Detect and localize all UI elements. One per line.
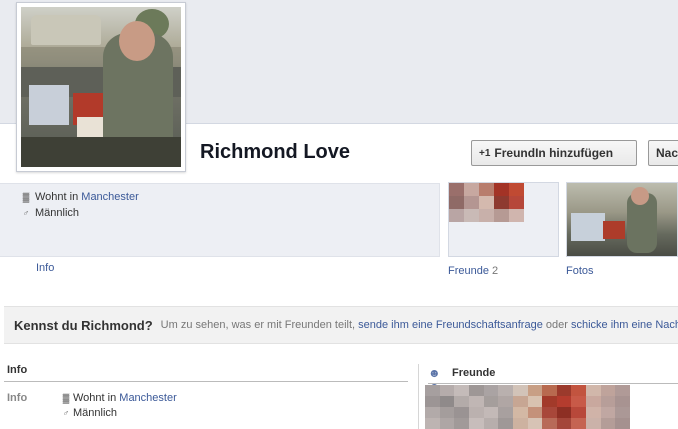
- message-label: Nac: [656, 146, 678, 160]
- male-icon: ♂: [62, 408, 70, 418]
- friends-section-heading: ☻☻ Freunde: [428, 362, 678, 394]
- add-friend-label: FreundIn hinzufügen: [494, 146, 614, 160]
- know-text: Um zu sehen, was er mit Freunden teilt, …: [161, 319, 678, 331]
- friends-pixel-preview: [449, 183, 524, 222]
- message-button[interactable]: Nac: [648, 140, 678, 166]
- friends-thumbnail[interactable]: [448, 182, 559, 257]
- info-section-gender: ♂ Männlich: [60, 407, 117, 419]
- tab-info[interactable]: Info: [36, 262, 54, 274]
- info-gender: ♂ Männlich: [20, 207, 79, 219]
- add-friend-button[interactable]: +1 FreundIn hinzufügen: [471, 140, 637, 166]
- info-section-heading: Info: [4, 362, 408, 382]
- tab-friends[interactable]: Freunde 2: [448, 265, 498, 277]
- column-divider: [418, 364, 419, 429]
- friends-count: 2: [492, 265, 499, 277]
- male-icon: ♂: [22, 208, 30, 218]
- info-lives-in: ▓ Wohnt in Manchester: [20, 191, 139, 203]
- tab-photos[interactable]: Fotos: [566, 265, 594, 277]
- profile-name: Richmond Love: [200, 141, 351, 163]
- add-friend-icon: +1: [479, 147, 491, 159]
- profile-picture[interactable]: [16, 2, 186, 172]
- know-prompt-bar: Kennst du Richmond? Um zu sehen, was er …: [4, 306, 678, 344]
- home-icon: ▓: [62, 393, 70, 403]
- friends-grid-preview[interactable]: [425, 385, 630, 429]
- photos-thumbnail[interactable]: [566, 182, 678, 257]
- city-link[interactable]: Manchester: [81, 191, 138, 203]
- friend-request-link[interactable]: sende ihm eine Freundschaftsanfrage: [358, 319, 543, 331]
- home-icon: ▓: [22, 192, 30, 202]
- friends-icon: ☻☻: [428, 365, 441, 394]
- profile-photo: [21, 7, 181, 167]
- info-section-label: Info: [7, 392, 28, 404]
- send-message-link[interactable]: schicke ihm eine Nachric: [571, 319, 678, 331]
- info-section-lives-in: ▓ Wohnt in Manchester: [60, 392, 177, 404]
- city-link[interactable]: Manchester: [119, 392, 176, 404]
- know-title: Kennst du Richmond?: [14, 317, 153, 333]
